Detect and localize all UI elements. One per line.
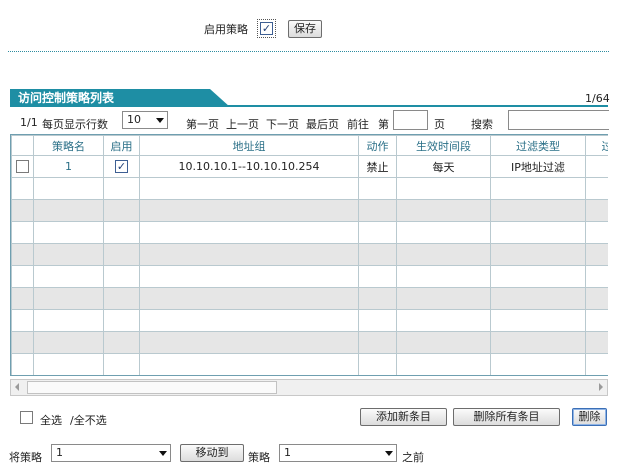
table-row[interactable]: 1 ✓ 10.10.10.1--10.10.10.254 禁止 每天 IP地址过… — [11, 155, 608, 178]
enable-policy-label: 启用策略 — [204, 23, 248, 36]
page-number-input[interactable] — [393, 110, 428, 130]
row-enabled-cell: ✓ — [103, 155, 140, 178]
table-row — [11, 177, 608, 200]
next-page-link[interactable]: 下一页 — [266, 116, 299, 132]
row-action: 禁止 — [358, 155, 397, 178]
policy-table: 策略名 启用 地址组 动作 生效时间段 过滤类型 过滤 1 ✓ 10.10.10… — [10, 134, 608, 376]
first-page-link[interactable]: 第一页 — [186, 116, 219, 132]
select-all-checkbox[interactable] — [20, 411, 33, 424]
scrollbar-thumb[interactable] — [27, 381, 277, 394]
add-new-entry-button[interactable]: 添加新条目 — [360, 408, 447, 426]
header-schedule: 生效时间段 — [396, 135, 491, 156]
header-filter: 过滤 — [585, 135, 608, 156]
row-select-cell — [11, 155, 34, 178]
goto-label: 前往 — [347, 118, 369, 131]
header-filter-type: 过滤类型 — [490, 135, 586, 156]
move-prefix-label: 将策略 — [9, 451, 42, 464]
search-label: 搜索 — [471, 118, 493, 131]
chevron-down-icon — [385, 451, 393, 456]
table-row — [11, 265, 608, 288]
page-indicator: 1/1 — [20, 116, 38, 129]
table-row — [11, 331, 608, 354]
page-prefix-label: 第 — [378, 118, 389, 131]
last-page-link[interactable]: 最后页 — [306, 116, 339, 132]
row-schedule: 每天 — [396, 155, 491, 178]
select-all-label[interactable]: 全选 — [40, 412, 62, 428]
save-button[interactable]: 保存 — [288, 20, 322, 38]
source-policy-value: 1 — [56, 446, 63, 459]
scroll-left-icon[interactable] — [15, 383, 19, 391]
select-none-label[interactable]: /全不选 — [70, 412, 107, 428]
source-policy-select[interactable]: 1 — [51, 444, 171, 462]
table-row — [11, 309, 608, 332]
enable-policy-checkbox[interactable]: ✓ — [260, 22, 273, 35]
header-policy-name: 策略名 — [33, 135, 104, 156]
rows-per-page-value: 10 — [127, 113, 141, 126]
search-input[interactable] — [508, 110, 609, 130]
row-filter-type: IP地址过滤 — [490, 155, 586, 178]
target-policy-select[interactable]: 1 — [279, 444, 397, 462]
row-filter — [585, 155, 608, 178]
header-select — [11, 135, 34, 156]
table-row — [11, 287, 608, 310]
prev-page-link[interactable]: 上一页 — [226, 116, 259, 132]
page-count: 1/64 — [585, 92, 610, 105]
move-suffix-label: 之前 — [402, 451, 424, 464]
delete-button[interactable]: 删除 — [572, 408, 607, 426]
tab-underline — [10, 105, 608, 107]
section-divider — [8, 51, 609, 52]
header-enabled: 启用 — [103, 135, 140, 156]
row-address-group: 10.10.10.1--10.10.10.254 — [139, 155, 359, 178]
delete-all-entries-button[interactable]: 删除所有条目 — [453, 408, 560, 426]
row-select-checkbox[interactable] — [16, 160, 29, 174]
header-address-group: 地址组 — [139, 135, 359, 156]
move-middle-label: 策略 — [248, 451, 270, 464]
scroll-right-icon[interactable] — [599, 383, 603, 391]
chevron-down-icon — [159, 451, 167, 456]
rows-per-page-label: 每页显示行数 — [42, 118, 108, 131]
rows-per-page-select[interactable]: 10 — [122, 111, 168, 129]
enable-policy-focus-ring: ✓ — [257, 19, 276, 38]
table-row — [11, 199, 608, 222]
page-suffix-label: 页 — [434, 118, 445, 131]
chevron-down-icon — [156, 118, 164, 123]
move-to-button[interactable]: 移动到 — [180, 444, 244, 462]
table-row — [11, 353, 608, 375]
row-enabled-checkbox[interactable]: ✓ — [115, 160, 128, 174]
row-policy-name[interactable]: 1 — [33, 155, 104, 178]
header-action: 动作 — [358, 135, 397, 156]
target-policy-value: 1 — [284, 446, 291, 459]
horizontal-scrollbar[interactable] — [10, 379, 608, 396]
table-row — [11, 243, 608, 266]
table-row — [11, 221, 608, 244]
